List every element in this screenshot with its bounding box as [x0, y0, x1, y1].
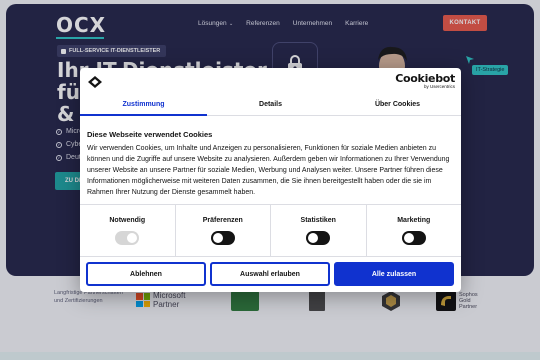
tab-details[interactable]: Details	[207, 94, 334, 115]
ocx-mark-icon	[88, 76, 102, 88]
divider	[80, 256, 461, 257]
preferences-toggle[interactable]	[210, 231, 235, 245]
consent-tabs: Zustimmung Details Über Cookies	[80, 94, 461, 116]
consent-preferences: Präferenzen	[176, 205, 271, 256]
dialog-title: Diese Webseite verwendet Cookies	[87, 130, 213, 139]
statistics-toggle[interactable]	[306, 231, 331, 245]
toggle-knob	[308, 233, 319, 243]
consent-label: Marketing	[397, 217, 431, 224]
toggle-knob	[403, 233, 414, 243]
allow-all-button[interactable]: Alle zulassen	[334, 262, 454, 286]
consent-marketing: Marketing	[367, 205, 462, 256]
toggle-knob	[212, 233, 223, 243]
consent-statistics: Statistiken	[271, 205, 367, 256]
allow-selection-button[interactable]: Auswahl erlauben	[210, 262, 330, 286]
consent-label: Notwendig	[109, 217, 146, 224]
consent-necessary: Notwendig	[80, 205, 176, 256]
dialog-body-text: Wir verwenden Cookies, um Inhalte und An…	[87, 145, 450, 196]
cookiebot-logo[interactable]: Cookiebot by Usercentrics	[379, 72, 455, 89]
decline-button[interactable]: Ablehnen	[86, 262, 206, 286]
necessary-toggle	[115, 231, 140, 245]
consent-label: Präferenzen	[202, 217, 243, 224]
consent-label: Statistiken	[300, 217, 336, 224]
tab-zustimmung[interactable]: Zustimmung	[80, 94, 207, 116]
toggle-knob	[127, 233, 138, 243]
tab-ueber-cookies[interactable]: Über Cookies	[334, 94, 461, 115]
marketing-toggle[interactable]	[401, 231, 426, 245]
cookie-consent-dialog: Cookiebot by Usercentrics Zustimmung Det…	[80, 68, 461, 292]
consent-options: Notwendig Präferenzen Statistiken Market…	[80, 205, 461, 256]
